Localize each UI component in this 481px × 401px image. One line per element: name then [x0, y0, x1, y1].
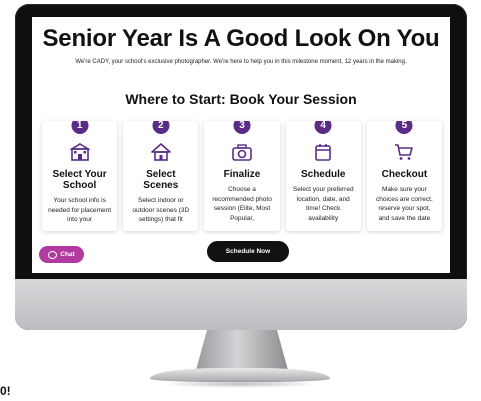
step-number: 4	[314, 121, 332, 134]
section-title: Where to Start: Book Your Session	[125, 91, 357, 107]
step-number: 3	[233, 121, 251, 134]
step-title: Checkout	[381, 169, 428, 180]
step-description: Select your preferred location, date, an…	[292, 186, 354, 222]
step-number: 1	[71, 121, 89, 134]
chat-label: Chat	[60, 251, 75, 258]
step-description: Your school info is needed for placement…	[48, 197, 112, 223]
calendar-icon	[315, 144, 332, 161]
intro-text: We're CADY, your school's exclusive phot…	[75, 59, 407, 65]
chat-button[interactable]: Chat	[39, 246, 84, 263]
cart-icon	[395, 144, 414, 160]
home-icon	[150, 143, 171, 161]
camera-icon	[232, 144, 252, 161]
step-title: Schedule	[300, 169, 346, 180]
monitor-stand	[196, 330, 288, 370]
step-card-finalize[interactable]: 3 Finalize Choose a recommended photo se…	[204, 121, 280, 231]
steps-row: 1 Select Your School Your school info is…	[42, 121, 443, 231]
step-number: 5	[395, 121, 413, 134]
schedule-now-button[interactable]: Schedule Now	[207, 241, 289, 262]
step-card-select-school[interactable]: 1 Select Your School Your school info is…	[42, 121, 118, 231]
school-building-icon	[68, 143, 91, 161]
step-card-select-scenes[interactable]: 2 Select Scenes Select indoor or outdoor…	[123, 121, 199, 231]
step-description: Select indoor or outdoor scenes (3D sett…	[132, 197, 190, 223]
page-title: Senior Year Is A Good Look On You	[42, 25, 440, 52]
screen: Senior Year Is A Good Look On You We're …	[32, 17, 450, 273]
step-title: Finalize	[223, 169, 261, 180]
step-title: Select Your School	[52, 169, 107, 191]
step-description: Make sure your choices are correct, rese…	[376, 186, 433, 222]
monitor-chin	[15, 279, 467, 330]
step-card-schedule[interactable]: 4 Schedule Select your preferred locatio…	[285, 121, 361, 231]
step-title: Select Scenes	[143, 169, 179, 191]
step-description: Choose a recommended photo session (Elit…	[212, 186, 272, 222]
edge-text: 0!	[0, 384, 11, 398]
base-shadow	[160, 380, 320, 388]
step-card-checkout[interactable]: 5 Checkout Make sure your choices are co…	[366, 121, 443, 231]
step-number: 2	[152, 121, 170, 134]
chat-bubble-icon	[48, 250, 58, 259]
